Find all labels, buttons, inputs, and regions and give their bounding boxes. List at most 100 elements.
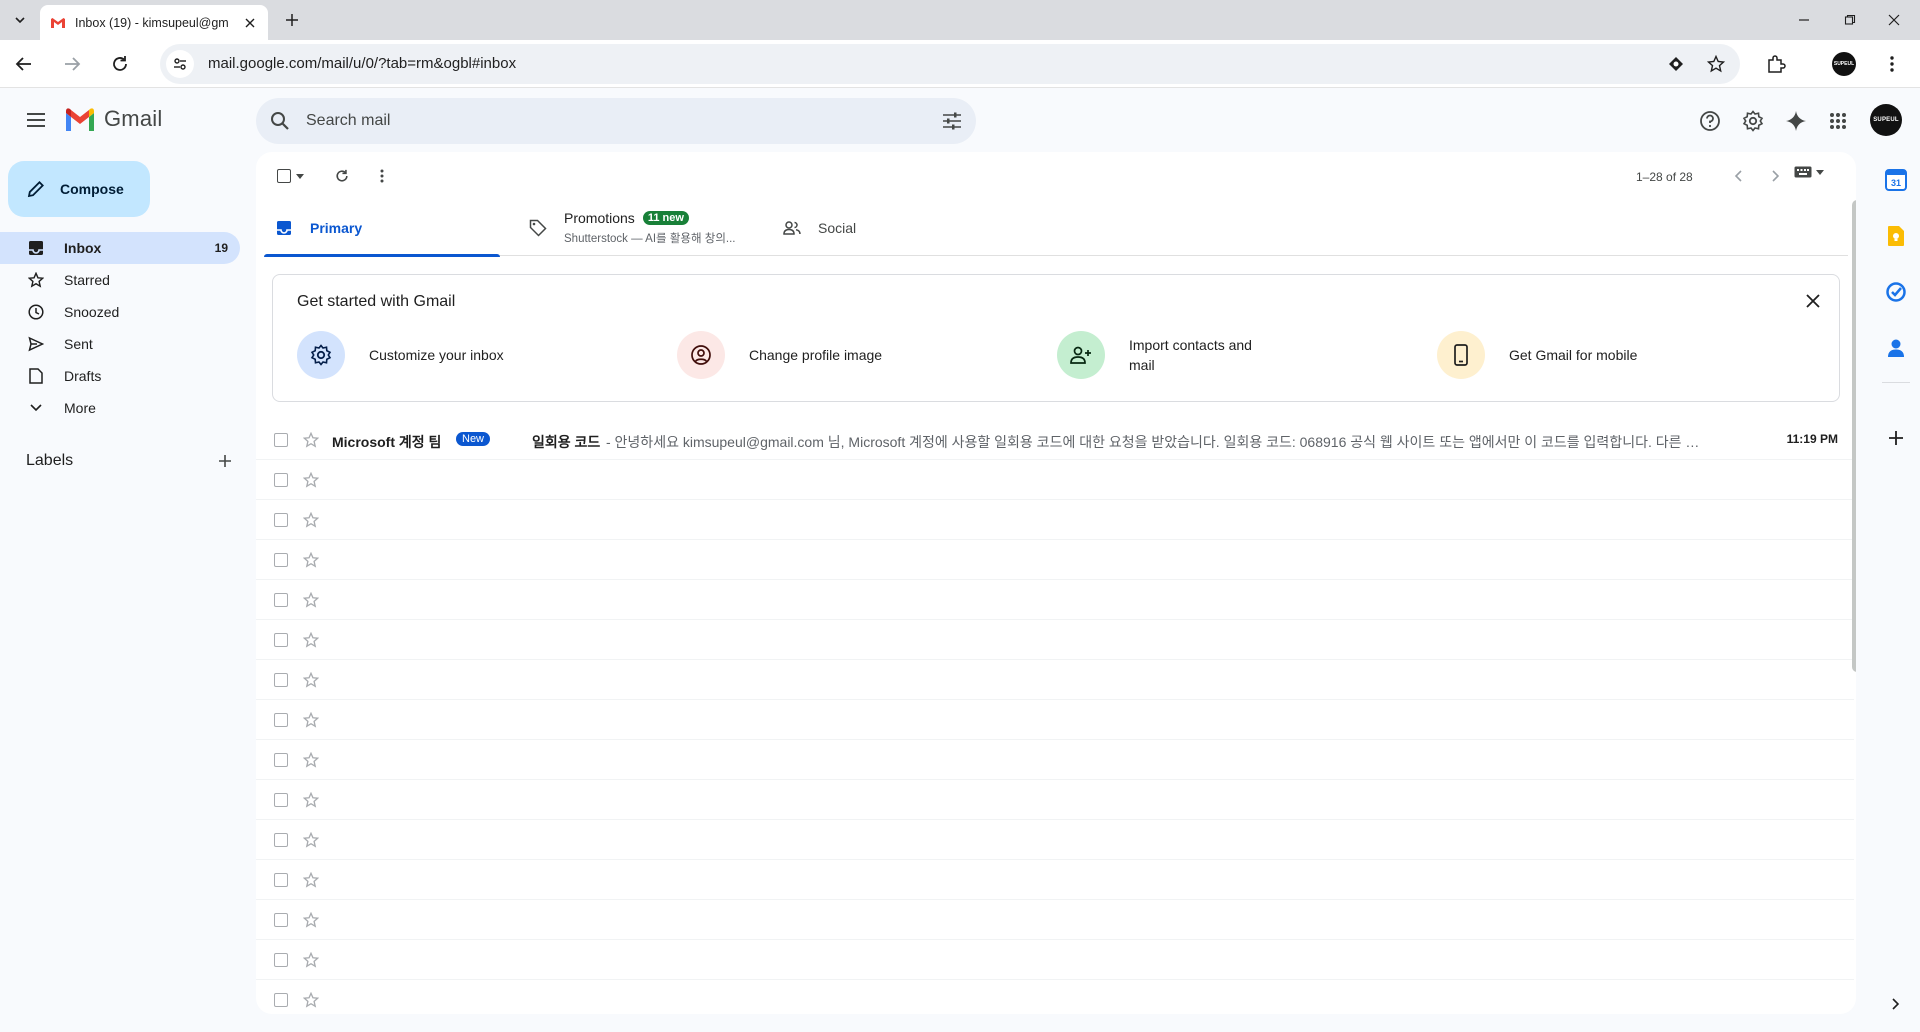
minimize-icon[interactable] [1792,8,1816,32]
newer-chevron-left-icon[interactable] [1726,164,1750,188]
row-checkbox[interactable] [274,513,288,527]
list-scrollbar[interactable] [1852,200,1856,672]
star-toggle-icon[interactable] [302,911,320,929]
star-toggle-icon[interactable] [302,551,320,569]
star-toggle-icon[interactable] [302,791,320,809]
help-icon[interactable] [1690,101,1730,141]
star-toggle-icon[interactable] [302,671,320,689]
sidebar-item-inbox[interactable]: Inbox 19 [0,232,240,264]
row-checkbox[interactable] [274,913,288,927]
empty-list-row[interactable] [256,580,1854,620]
star-toggle-icon[interactable] [302,711,320,729]
site-info-tune-icon[interactable] [166,50,194,78]
empty-list-row[interactable] [256,540,1854,580]
sidebar-item-snoozed[interactable]: Snoozed [0,296,240,328]
star-toggle-icon[interactable] [302,991,320,1009]
tab-primary[interactable]: Primary [264,200,500,257]
star-toggle-icon[interactable] [302,631,320,649]
row-checkbox[interactable] [274,553,288,567]
extensions-puzzle-icon[interactable] [1760,48,1792,80]
compose-button[interactable]: Compose [8,161,150,217]
empty-list-row[interactable] [256,700,1854,740]
get-started-gmail-mobile[interactable]: Get Gmail for mobile [1437,331,1649,379]
empty-list-row[interactable] [256,900,1854,940]
empty-list-row[interactable] [256,820,1854,860]
window-close-icon[interactable] [1882,8,1906,32]
search-options-tune-icon[interactable] [940,109,964,133]
empty-list-row[interactable] [256,780,1854,820]
empty-list-row[interactable] [256,460,1854,500]
search-input[interactable] [306,98,906,144]
forward-arrow-icon[interactable] [56,48,88,80]
row-checkbox[interactable] [274,833,288,847]
row-checkbox[interactable] [274,753,288,767]
google-apps-grid-icon[interactable] [1818,101,1858,141]
empty-list-row[interactable] [256,500,1854,540]
reload-icon[interactable] [104,48,136,80]
sidebar-item-more[interactable]: More [0,392,240,424]
eye-off-icon[interactable] [1666,54,1686,74]
chrome-profile-avatar[interactable]: SUPEUL [1828,48,1860,80]
row-checkbox[interactable] [274,433,288,447]
star-toggle-icon[interactable] [302,831,320,849]
input-tools-keyboard-icon[interactable] [1794,166,1824,178]
row-checkbox[interactable] [274,673,288,687]
row-checkbox[interactable] [274,713,288,727]
keep-app-icon[interactable] [1882,222,1910,250]
account-avatar[interactable]: SUPEUL [1870,104,1902,136]
restore-icon[interactable] [1838,8,1862,32]
email-row[interactable]: Microsoft 계정 팀 New 일회용 코드 - 안녕하세요 kimsup… [256,420,1854,460]
row-checkbox[interactable] [274,953,288,967]
more-actions-kebab-icon[interactable] [370,164,394,188]
row-checkbox[interactable] [274,593,288,607]
get-started-customize-inbox[interactable]: Customize your inbox [297,331,509,379]
empty-list-row[interactable] [256,660,1854,700]
new-tab-plus-icon[interactable] [281,9,303,31]
gemini-sparkle-icon[interactable] [1776,101,1816,141]
tab-search-icon[interactable] [8,8,32,32]
sidebar-item-drafts[interactable]: Drafts [0,360,240,392]
bookmark-star-icon[interactable] [1706,54,1726,74]
main-menu-icon[interactable] [16,96,56,144]
expand-panel-chevron-icon[interactable] [1882,990,1910,1018]
sidebar-item-sent[interactable]: Sent [0,328,240,360]
star-toggle-icon[interactable] [302,511,320,529]
empty-list-row[interactable] [256,940,1854,980]
settings-gear-icon[interactable] [1733,101,1773,141]
refresh-icon[interactable] [330,164,354,188]
empty-list-row[interactable] [256,980,1854,1014]
address-bar[interactable]: mail.google.com/mail/u/0/?tab=rm&ogbl#in… [160,44,1740,84]
back-arrow-icon[interactable] [8,48,40,80]
row-checkbox[interactable] [274,473,288,487]
row-checkbox[interactable] [274,793,288,807]
star-toggle-icon[interactable] [302,591,320,609]
add-label-plus-icon[interactable] [218,454,232,468]
browser-tab-gmail[interactable]: Inbox (19) - kimsupeul@gm [40,5,268,40]
get-addons-plus-icon[interactable] [1882,424,1910,452]
tasks-app-icon[interactable] [1882,278,1910,306]
empty-list-row[interactable] [256,860,1854,900]
tab-close-icon[interactable] [240,13,260,33]
row-checkbox[interactable] [274,633,288,647]
older-chevron-right-icon[interactable] [1764,164,1788,188]
get-started-import-contacts[interactable]: Import contacts and mail [1057,331,1269,379]
select-dropdown-caret-icon[interactable] [292,164,308,188]
empty-list-row[interactable] [256,620,1854,660]
row-checkbox[interactable] [274,873,288,887]
star-toggle-icon[interactable] [302,951,320,969]
get-started-change-profile-image[interactable]: Change profile image [677,331,889,379]
calendar-app-icon[interactable]: 31 [1882,166,1910,194]
empty-list-row[interactable] [256,740,1854,780]
contacts-app-icon[interactable] [1882,334,1910,362]
tab-promotions[interactable]: Promotions 11 new Shutterstock — AI를 활용해… [518,200,754,256]
dismiss-close-icon[interactable] [1801,289,1825,313]
row-checkbox[interactable] [274,993,288,1007]
url-text[interactable]: mail.google.com/mail/u/0/?tab=rm&ogbl#in… [208,55,516,72]
chrome-menu-kebab-icon[interactable] [1876,48,1908,80]
star-toggle-icon[interactable] [302,431,320,449]
search-icon[interactable] [268,109,292,133]
star-toggle-icon[interactable] [302,471,320,489]
tab-social[interactable]: Social [772,200,1008,256]
sidebar-item-starred[interactable]: Starred [0,264,240,296]
star-toggle-icon[interactable] [302,751,320,769]
